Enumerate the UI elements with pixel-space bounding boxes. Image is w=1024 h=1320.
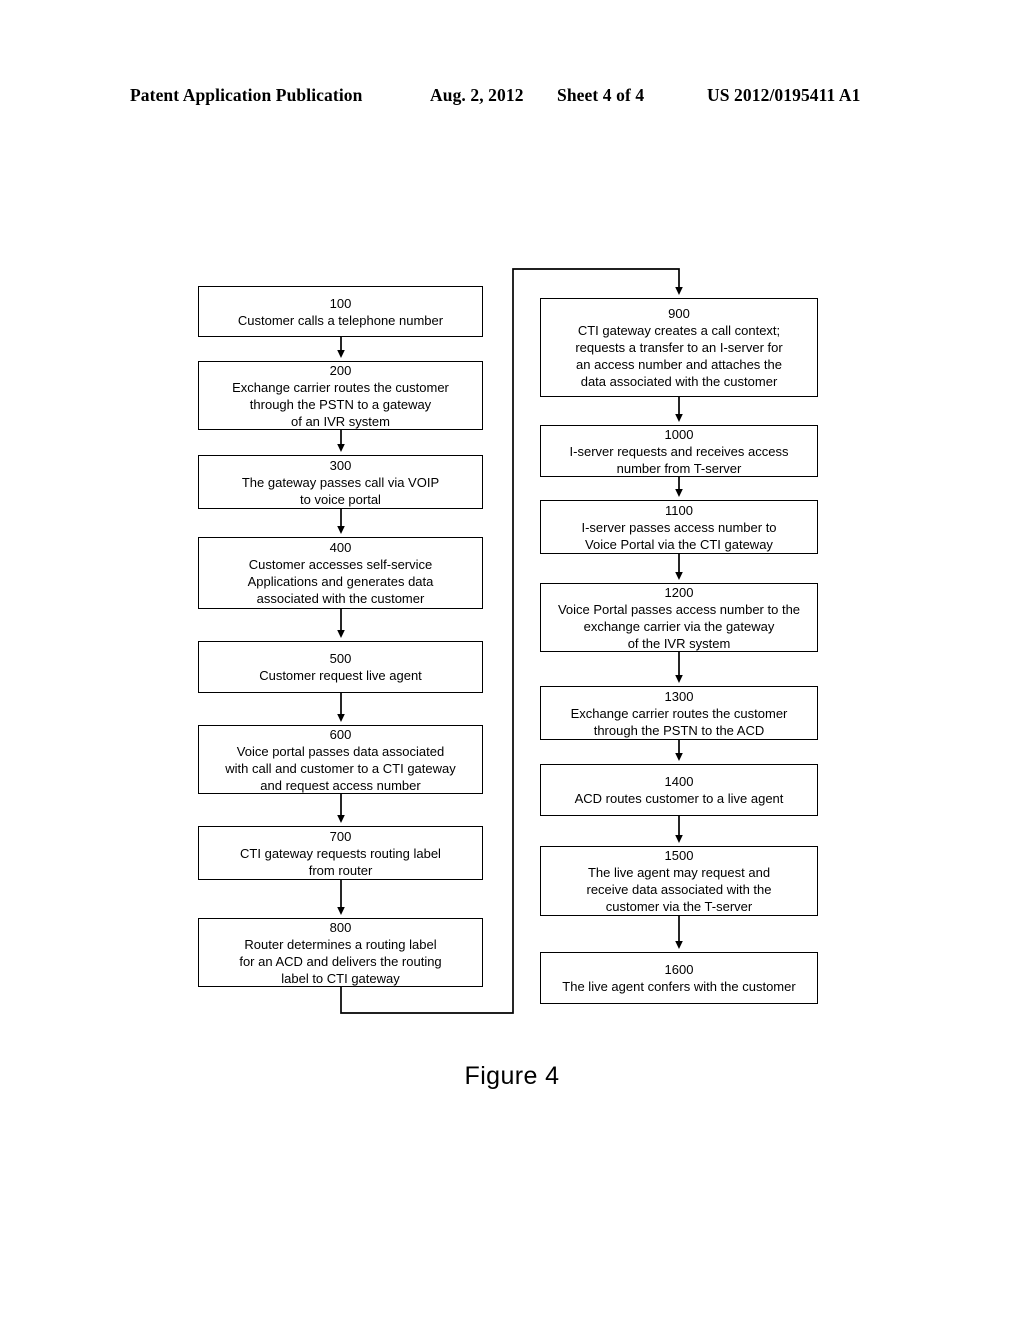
flow-box-text-600: Voice portal passes data associated with… bbox=[225, 743, 456, 793]
flow-box-text-200: Exchange carrier routes the customer thr… bbox=[232, 379, 449, 429]
flow-box-number-1500: 1500 bbox=[664, 848, 694, 863]
flow-box-number-1600: 1600 bbox=[664, 962, 694, 977]
flow-box-text-1200: Voice Portal passes access number to the… bbox=[557, 601, 801, 651]
flow-box-number-400: 400 bbox=[329, 540, 352, 555]
flow-box-1300: 1300 Exchange carrier routes the customer… bbox=[540, 686, 818, 740]
flow-box-number-300: 300 bbox=[329, 457, 352, 473]
flow-box-1100: 1100 I-server passes access number to Voi… bbox=[540, 500, 818, 554]
flow-box-text-900: CTI gateway creates a call context; requ… bbox=[575, 323, 783, 389]
flow-box-800: 800 Router determines a routing label for… bbox=[198, 918, 483, 987]
flow-box-text-1600: The live agent confers with the customer bbox=[562, 979, 796, 994]
flow-box-number-500: 500 bbox=[329, 651, 352, 666]
flow-box-300: 300 The gateway passes call via VOIP to v… bbox=[198, 455, 483, 509]
flow-box-text-1000: I-server requests and receives access nu… bbox=[569, 443, 789, 476]
flow-box-number-1400: 1400 bbox=[664, 774, 694, 789]
flow-box-text-1500: The live agent may request and receive d… bbox=[586, 865, 772, 914]
flow-box-text-500: Customer request live agent bbox=[259, 668, 422, 683]
flow-box-text-100: Customer calls a telephone number bbox=[237, 312, 444, 328]
flow-box-number-600: 600 bbox=[329, 726, 352, 742]
flow-box-400: 400 Customer accesses self-service Applic… bbox=[198, 537, 483, 609]
flow-box-200: 200 Exchange carrier routes the customer … bbox=[198, 361, 483, 430]
figure-caption: Figure 4 bbox=[464, 1062, 560, 1090]
flow-box-text-400: Customer accesses self-service Applicati… bbox=[247, 557, 434, 606]
flow-box-1200: 1200 Voice Portal passes access number to… bbox=[540, 583, 818, 652]
flow-box-text-1300: Exchange carrier routes the customer thr… bbox=[570, 705, 788, 738]
flow-box-number-700: 700 bbox=[329, 828, 352, 844]
flow-box-1000: 1000 I-server requests and receives acces… bbox=[540, 425, 818, 477]
flow-box-900: 900 CTI gateway creates a call context; r… bbox=[540, 298, 818, 397]
flowchart-diagram: 100 Customer calls a telephone number 200 E… bbox=[0, 0, 1024, 1320]
flow-box-500: 500 Customer request live agent bbox=[198, 641, 483, 693]
flow-box-number-100: 100 bbox=[329, 295, 352, 311]
flow-box-text-700: CTI gateway requests routing label from … bbox=[240, 845, 441, 878]
flow-box-100: 100 Customer calls a telephone number bbox=[198, 286, 483, 337]
flow-box-600: 600 Voice portal passes data associated w… bbox=[198, 725, 483, 794]
flow-box-number-900: 900 bbox=[668, 306, 690, 321]
flow-box-1600: 1600 The live agent confers with the cust… bbox=[540, 952, 818, 1004]
flow-box-1400: 1400 ACD routes customer to a live agent bbox=[540, 764, 818, 816]
flow-box-text-300: The gateway passes call via VOIP to voic… bbox=[241, 474, 440, 507]
flow-box-number-1100: 1100 bbox=[665, 502, 693, 518]
flow-box-text-1400: ACD routes customer to a live agent bbox=[574, 791, 784, 806]
flow-box-number-1000: 1000 bbox=[664, 426, 694, 442]
flowchart-connectors bbox=[337, 268, 683, 1014]
flow-box-text-1100: I-server passes access number to Voice P… bbox=[581, 519, 777, 552]
flow-box-1500: 1500 The live agent may request and recei… bbox=[540, 846, 818, 916]
flow-box-700: 700 CTI gateway requests routing label fr… bbox=[198, 826, 483, 880]
flow-box-number-1200: 1200 bbox=[664, 584, 694, 600]
flow-box-text-800: Router determines a routing label for an… bbox=[239, 936, 442, 986]
flow-box-number-800: 800 bbox=[329, 919, 352, 935]
flow-box-number-200: 200 bbox=[329, 362, 352, 378]
flow-box-number-1300: 1300 bbox=[664, 688, 694, 704]
